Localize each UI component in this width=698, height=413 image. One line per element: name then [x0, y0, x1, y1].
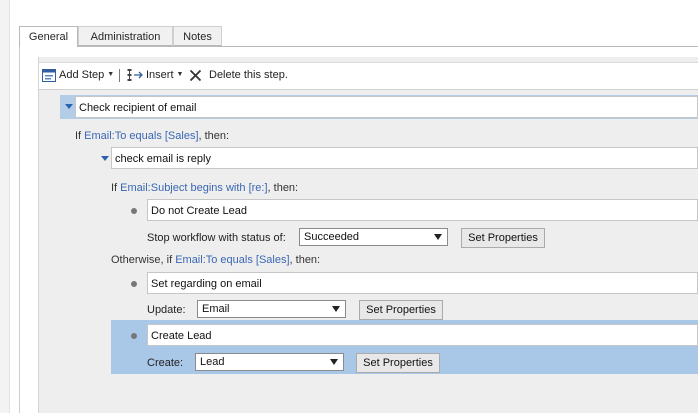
set-properties-button[interactable]: Set Properties [356, 353, 440, 373]
step-name-do-not-create-lead[interactable]: Do not Create Lead [147, 199, 698, 221]
condition-if-subject: If Email:Subject begins with [re:], then… [111, 181, 298, 195]
delete-step-button[interactable]: Delete this step. [189, 67, 288, 83]
update-entity-select[interactable]: Email [197, 300, 346, 318]
add-step-button[interactable]: Add Step ▼ [42, 67, 114, 83]
left-edge-strip [0, 0, 10, 413]
insert-label: Insert [146, 69, 174, 81]
cond-suffix: , then: [267, 182, 299, 194]
stop-status-value: Succeeded [304, 231, 360, 243]
set-properties-button[interactable]: Set Properties [359, 300, 443, 320]
collapse-triangle-icon[interactable] [101, 156, 109, 161]
create-entity-value: Lead [200, 356, 225, 368]
dropdown-caret-icon: ▼ [176, 71, 184, 78]
step-bullet-icon [131, 281, 137, 287]
create-label: Create: [147, 357, 184, 369]
create-entity-select[interactable]: Lead [195, 353, 344, 371]
insert-button[interactable]: Insert ▼ [127, 67, 183, 83]
tab-administration[interactable]: Administration [78, 26, 173, 46]
update-label: Update: [147, 304, 186, 316]
add-step-icon [42, 68, 56, 82]
chevron-down-icon [434, 234, 442, 240]
cond-suffix: , then: [198, 130, 230, 142]
tab-strip-divider [78, 46, 698, 47]
stage-name-check-recipient[interactable]: Check recipient of email [75, 96, 698, 118]
cond-prefix: If [75, 130, 85, 142]
step-bullet-icon [131, 208, 137, 214]
condition-link-to-sales[interactable]: Email:To equals [Sales] [84, 130, 198, 142]
tab-general[interactable]: General [19, 26, 78, 47]
tab-notes[interactable]: Notes [173, 26, 222, 46]
delete-step-label: Delete this step. [209, 69, 288, 81]
condition-otherwise-if: Otherwise, if Email:To equals [Sales], t… [111, 253, 320, 267]
condition-link-to-sales[interactable]: Email:To equals [Sales] [175, 254, 289, 266]
chevron-down-icon [332, 306, 340, 312]
add-step-label: Add Step [59, 69, 105, 81]
cond-prefix: Otherwise, if [111, 254, 176, 266]
dropdown-caret-icon: ▼ [107, 71, 115, 78]
stop-status-select[interactable]: Succeeded [299, 228, 448, 246]
step-bullet-icon [131, 333, 137, 339]
stage-name-check-reply[interactable]: check email is reply [111, 147, 698, 169]
update-entity-value: Email [202, 303, 230, 315]
step-name-create-lead[interactable]: Create Lead [147, 324, 698, 346]
chevron-down-icon [330, 359, 338, 365]
insert-icon [127, 69, 143, 81]
set-properties-button[interactable]: Set Properties [461, 228, 545, 248]
toolbar-separator [119, 69, 120, 82]
condition-link-subject-re[interactable]: Email:Subject begins with [re:] [120, 182, 267, 194]
collapse-triangle-icon[interactable] [65, 104, 73, 109]
step-name-set-regarding[interactable]: Set regarding on email [147, 272, 698, 294]
condition-if-recipient: If Email:To equals [Sales], then: [75, 129, 229, 143]
stop-status-label: Stop workflow with status of: [147, 232, 286, 244]
delete-x-icon [189, 69, 202, 81]
cond-prefix: If [111, 182, 121, 194]
cond-suffix: , then: [289, 254, 321, 266]
